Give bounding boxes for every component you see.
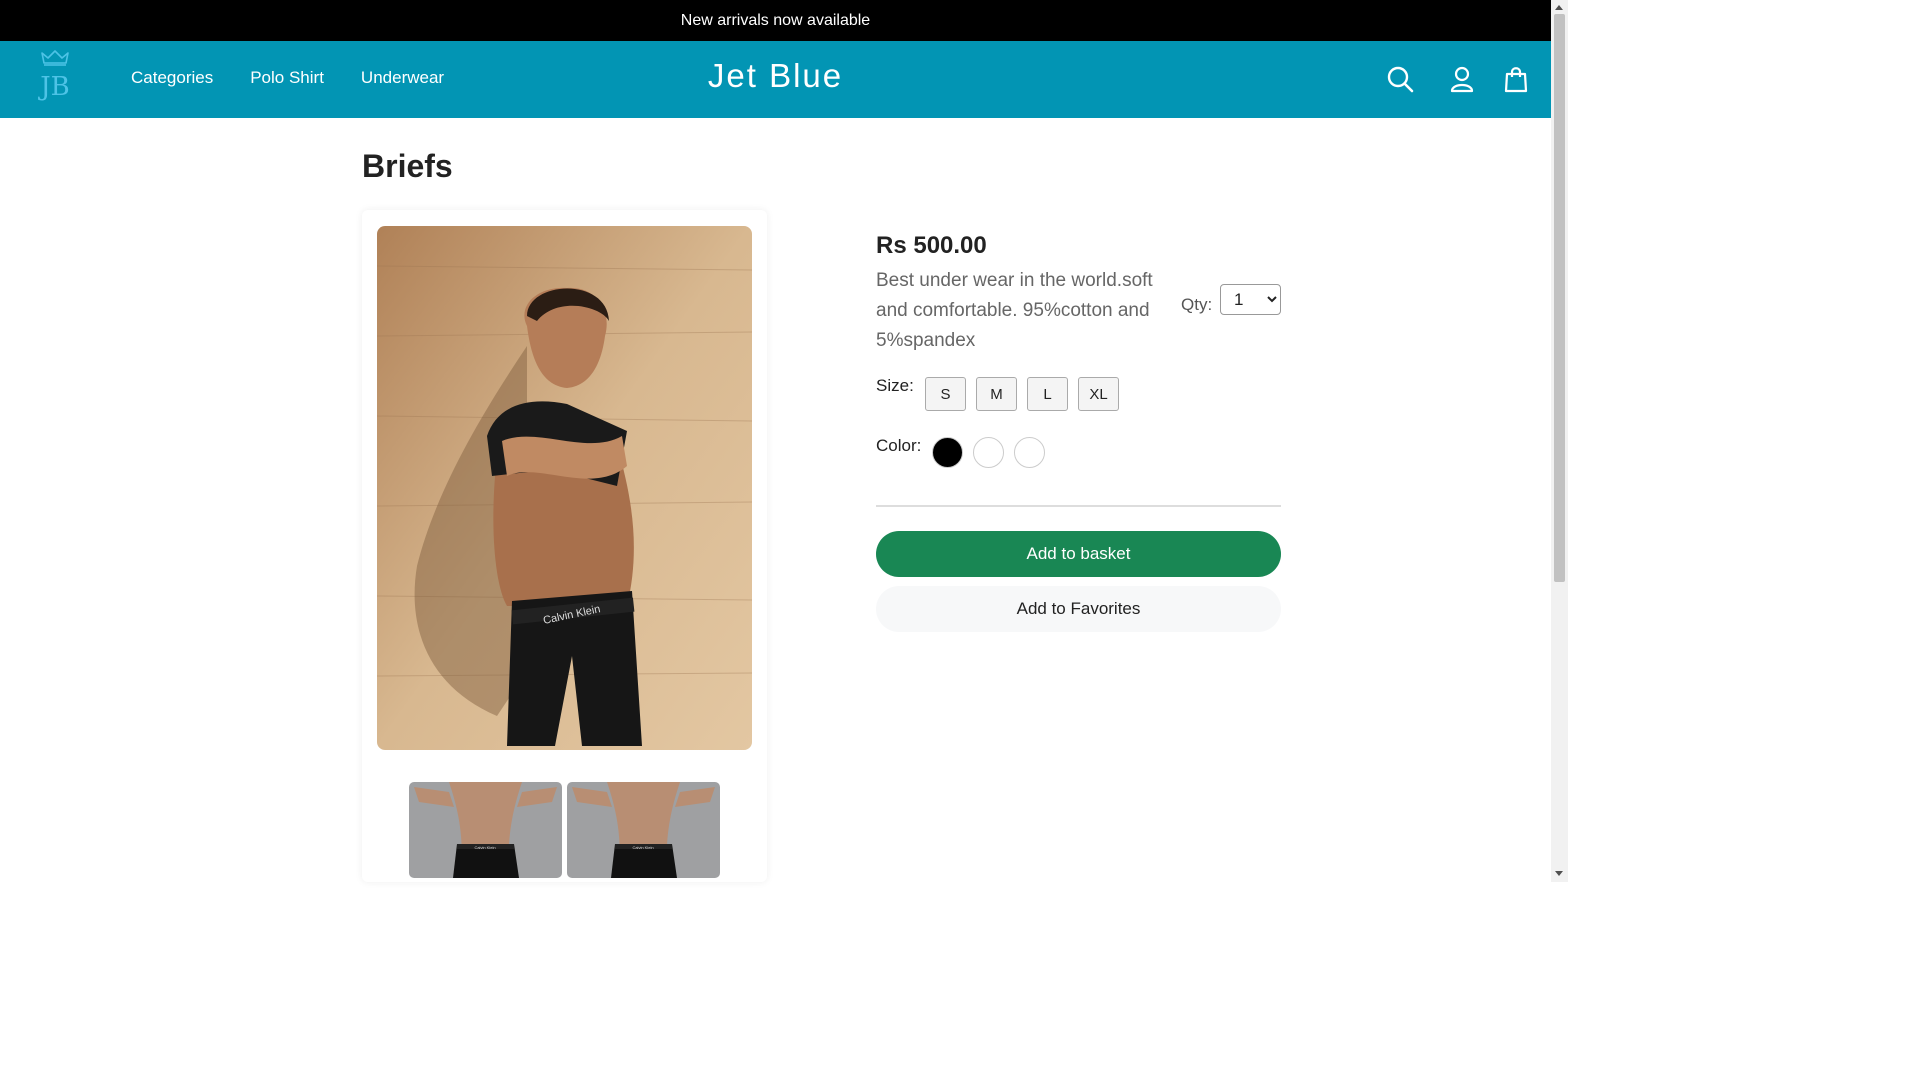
size-xl-button[interactable]: XL xyxy=(1078,377,1119,411)
search-icon[interactable] xyxy=(1386,65,1414,93)
qty-select[interactable]: 1 xyxy=(1220,284,1281,315)
site-header: JB Categories Polo Shirt Underwear Jet B… xyxy=(0,41,1551,118)
color-label: Color: xyxy=(876,436,922,455)
add-to-basket-button[interactable]: Add to basket xyxy=(876,531,1281,577)
size-s-button[interactable]: S xyxy=(925,377,966,411)
thumbnail-1[interactable]: Calvin Klein xyxy=(409,782,562,878)
color-options xyxy=(932,437,1045,468)
product-description: Best under wear in the world.soft and co… xyxy=(876,270,1153,351)
scroll-thumb[interactable] xyxy=(1554,14,1565,582)
nav-underwear[interactable]: Underwear xyxy=(361,68,444,88)
scroll-down-arrow-icon[interactable] xyxy=(1555,871,1563,876)
product-title: Briefs xyxy=(362,148,453,184)
product-price: Rs 500.00 xyxy=(876,232,987,259)
size-m-button[interactable]: M xyxy=(976,377,1017,411)
size-label: Size: xyxy=(876,376,914,395)
scroll-up-arrow-icon[interactable] xyxy=(1555,5,1563,10)
size-options: S M L XL xyxy=(925,377,1119,411)
add-to-favorites-button[interactable]: Add to Favorites xyxy=(876,586,1281,632)
divider xyxy=(876,505,1281,507)
shopping-bag-icon[interactable] xyxy=(1502,65,1530,93)
product-gallery: Calvin Klein Calvin Klein Calvin Klein xyxy=(362,210,767,882)
color-swatch-white-2[interactable] xyxy=(1014,437,1045,468)
svg-text:JB: JB xyxy=(37,72,70,101)
thumbnail-2[interactable]: Calvin Klein xyxy=(567,782,720,878)
nav-categories[interactable]: Categories xyxy=(131,68,213,88)
announcement-bar: New arrivals now available xyxy=(0,0,1551,41)
svg-text:Calvin Klein: Calvin Klein xyxy=(474,845,495,850)
scrollbar[interactable] xyxy=(1551,0,1568,882)
color-swatch-black[interactable] xyxy=(932,437,963,468)
announcement-text: New arrivals now available xyxy=(680,11,871,29)
svg-text:Calvin Klein: Calvin Klein xyxy=(632,845,653,850)
nav-polo-shirt[interactable]: Polo Shirt xyxy=(250,68,324,88)
main-product-image[interactable]: Calvin Klein xyxy=(377,226,752,750)
main-nav: Categories Polo Shirt Underwear xyxy=(131,68,444,88)
qty-label: Qty: xyxy=(1181,295,1213,314)
user-icon[interactable] xyxy=(1448,65,1476,93)
logo[interactable]: JB xyxy=(36,49,74,101)
color-swatch-white[interactable] xyxy=(973,437,1004,468)
size-l-button[interactable]: L xyxy=(1027,377,1068,411)
